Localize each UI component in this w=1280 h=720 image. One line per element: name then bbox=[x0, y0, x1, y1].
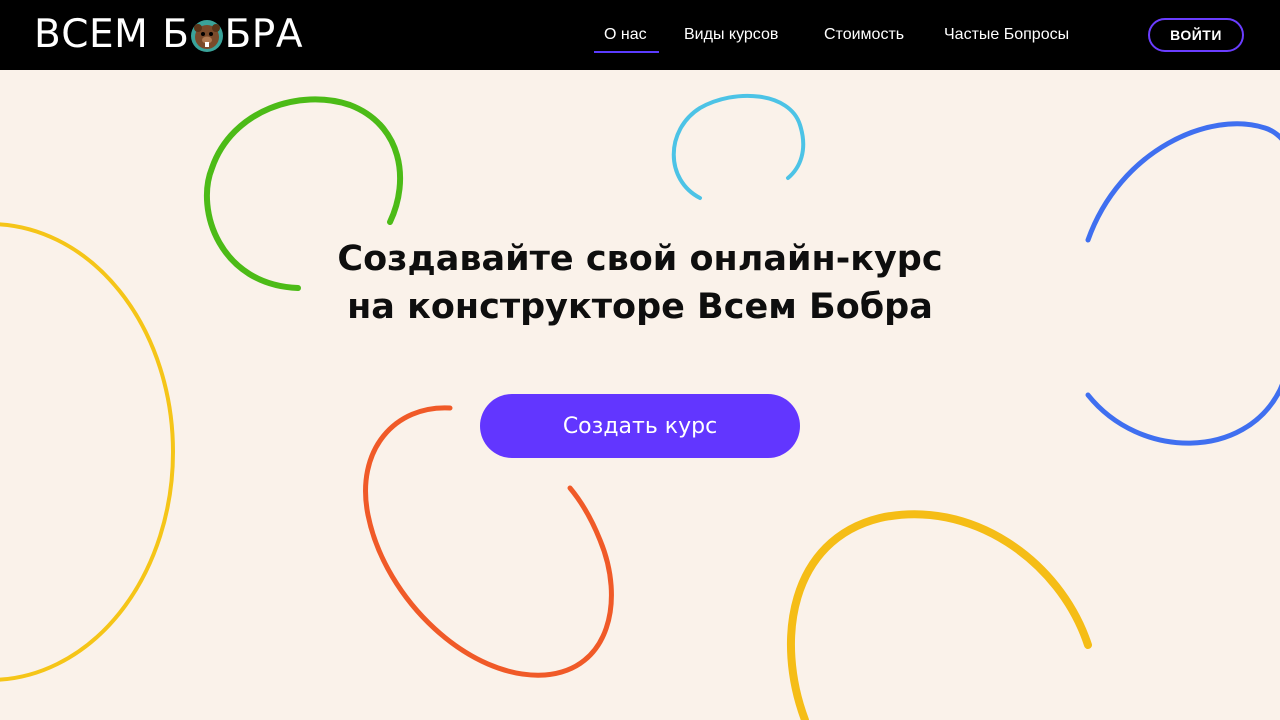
nav-item-faq[interactable]: Частые Бопросы bbox=[944, 24, 1069, 46]
logo-letter-b: Б bbox=[162, 12, 190, 57]
site-logo[interactable]: ВСЕМ Б БРА bbox=[34, 12, 303, 58]
hero-title-line2: на конструкторе Всем Бобра bbox=[347, 287, 933, 327]
cyan-arc bbox=[671, 93, 806, 200]
landing-page: ВСЕМ Б БРА О нас Виды курсов Стоимость Ч… bbox=[0, 0, 1280, 720]
yellow-bottom-arc bbox=[786, 510, 1092, 720]
decorative-arcs bbox=[0, 93, 1280, 720]
hero-title: Создавайте свой онлайн-курс на конструкт… bbox=[240, 235, 1040, 331]
logo-word-rest: БРА bbox=[224, 12, 303, 57]
logo-word-vsem: ВСЕМ bbox=[34, 12, 149, 57]
create-course-button[interactable]: Создать курс bbox=[480, 394, 800, 458]
nav-item-pricing[interactable]: Стоимость bbox=[824, 24, 904, 46]
yellow-left-arc bbox=[0, 222, 175, 682]
blue-arc bbox=[1085, 121, 1280, 446]
nav-item-course-types[interactable]: Виды курсов bbox=[684, 24, 778, 46]
beaver-icon bbox=[190, 20, 223, 52]
nav-item-about[interactable]: О нас bbox=[594, 24, 659, 53]
top-navbar: ВСЕМ Б БРА О нас Виды курсов Стоимость Ч… bbox=[0, 0, 1280, 70]
hero-title-line1: Создавайте свой онлайн-курс bbox=[337, 239, 943, 279]
login-button[interactable]: ВОЙТИ bbox=[1148, 18, 1244, 52]
